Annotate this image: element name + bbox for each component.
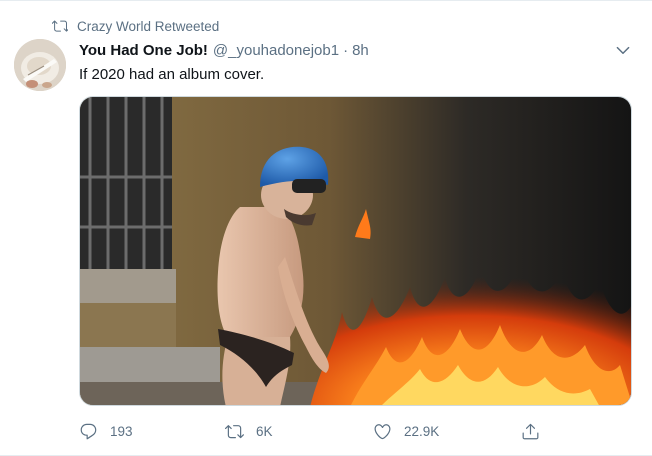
separator-dot: · xyxy=(343,41,349,59)
author-display-name[interactable]: You Had One Job! xyxy=(79,42,208,59)
heart-icon xyxy=(374,423,391,439)
tweet-timestamp[interactable]: 8h xyxy=(352,42,369,59)
avatar-image xyxy=(14,39,66,91)
share-button[interactable] xyxy=(521,419,540,443)
retweet-action-icon xyxy=(225,424,244,438)
tweet-media-photo[interactable] xyxy=(79,96,632,406)
tweet-actions: 193 6K 22.9K xyxy=(79,419,632,443)
tweet-text: If 2020 had an album cover. xyxy=(79,66,265,83)
retweet-context: Crazy World Retweeted xyxy=(52,16,219,36)
chevron-down-icon xyxy=(616,46,630,55)
avatar[interactable] xyxy=(14,39,66,91)
author-handle[interactable]: @_youhadonejob1 xyxy=(213,42,339,59)
tweet-card[interactable]: Crazy World Retweeted You Had One Job! @… xyxy=(0,0,652,456)
like-button[interactable]: 22.9K xyxy=(373,419,439,443)
photo-image xyxy=(80,97,631,405)
retweet-icon xyxy=(52,20,68,32)
reply-button[interactable]: 193 xyxy=(79,419,133,443)
like-count: 22.9K xyxy=(404,423,440,439)
retweet-count: 6K xyxy=(256,423,273,439)
reply-count: 193 xyxy=(110,423,133,439)
retweet-button[interactable]: 6K xyxy=(225,419,273,443)
share-icon xyxy=(522,423,539,439)
reply-icon xyxy=(80,423,97,439)
tweet-header: You Had One Job! @_youhadonejob1 · 8h xyxy=(79,40,369,60)
retweet-label[interactable]: Crazy World Retweeted xyxy=(77,19,219,34)
more-options-button[interactable] xyxy=(614,41,632,59)
